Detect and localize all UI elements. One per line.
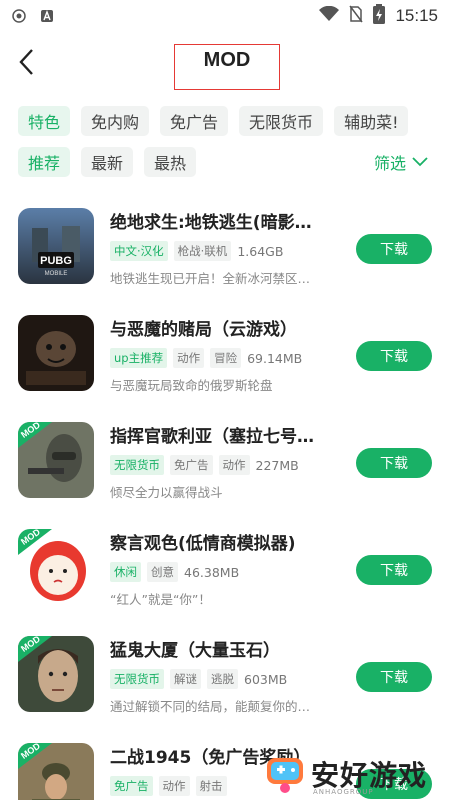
tag: 动作 [158,776,190,796]
tag: 免广告 [170,455,213,475]
file-size: 69.14MB [247,350,303,366]
shield-icon [12,9,26,23]
app-a-icon [40,9,54,23]
watermark-subtext: ANHAOGROUP [313,788,374,796]
page-title: MOD [203,49,251,71]
sort-hottest[interactable]: 最热 [144,147,197,177]
svg-text:MOBILE: MOBILE [45,271,68,277]
download-button[interactable]: 下载 [356,555,432,585]
game-description: 通过解锁不同的结局，能颠复你的… [110,699,311,714]
chip-unlimited-currency[interactable]: 无限货币 [239,106,324,136]
site-watermark: 安好游戏 ANHAOGROUP [265,748,450,800]
game-title: 指挥官歌利亚（塞拉七号… [110,427,314,447]
gamepad-logo-icon [267,758,303,793]
game-title: 绝地求生:地铁逃生(暗影… [110,213,312,233]
clock: 15:15 [395,6,438,25]
tag: up主推荐 [110,348,168,368]
pubg-icon: PUBG MOBILE [18,208,94,284]
tag-row: up主推荐 动作 冒险 69.14MB [110,348,302,368]
devil-gamble-icon [18,315,94,391]
no-sim-icon [349,5,364,27]
download-button[interactable]: 下载 [356,341,432,371]
filter-label: 筛选 [373,154,406,173]
game-description: 地铁逃生现已开启！全新冰河禁区… [110,271,311,286]
list-item[interactable]: PUBG MOBILE 绝地求生:地铁逃生(暗影… 中文·汉化 枪战·联机 1.… [0,204,450,304]
list-item[interactable]: MOD 指挥官歌利亚（塞拉七号… 无限货币 免广告 动作 227MB 倾尽全力以… [0,418,450,518]
download-button[interactable]: 下载 [356,234,432,264]
list-item[interactable]: MOD 猛鬼大厦（大量玉石） 无限货币 解谜 逃脱 603MB 通过解锁不同的结… [0,632,450,732]
game-description: “红人”就是“你”！ [110,592,211,607]
battery-charging-icon [373,4,386,28]
ww2-icon: MOD [18,743,94,800]
tag: 冒险 [210,348,242,368]
game-title: 与恶魔的赌局（云游戏） [110,320,297,340]
chip-featured[interactable]: 特色 [18,106,71,136]
tag: 动作 [173,348,205,368]
tag: 休闲 [110,562,141,582]
tag: 动作 [218,455,250,475]
file-size: 1.64GB [237,243,284,259]
file-size: 603MB [244,671,288,687]
list-item[interactable]: MOD 察言观色(低情商模拟器) 休闲 创意 46.38MB “红人”就是“你”… [0,525,450,625]
game-title: 猛鬼大厦（大量玉石） [110,641,280,661]
tag-row: 免广告 动作 射击 [110,776,227,796]
tag-row: 休闲 创意 46.38MB [110,562,239,582]
tag: 无限货币 [110,455,164,475]
chip-no-iap[interactable]: 免内购 [81,106,150,136]
svg-text:PUBG: PUBG [40,255,72,267]
chevron-down-icon [412,157,428,167]
tag: 射击 [195,776,227,796]
doll-face-icon: MOD [18,529,94,605]
status-bar: 15:15 [0,0,450,32]
ghost-mansion-icon: MOD [18,636,94,712]
commander-icon: MOD [18,422,94,498]
tag-row: 无限货币 解谜 逃脱 603MB [110,669,287,689]
tag: 无限货币 [110,669,164,689]
chevron-left-icon [19,49,33,75]
file-size: 46.38MB [184,564,240,580]
tag: 枪战·联机 [173,241,232,261]
download-button[interactable]: 下载 [356,448,432,478]
sort-chip-row: 推荐 最新 最热 [18,147,197,177]
sort-recommended[interactable]: 推荐 [18,147,71,177]
game-description: 与恶魔玩局致命的俄罗斯轮盘 [110,378,273,393]
game-title: 察言观色(低情商模拟器) [110,534,296,554]
sort-newest[interactable]: 最新 [81,147,134,177]
tag: 创意 [147,562,178,582]
tag-row: 中文·汉化 枪战·联机 1.64GB [110,241,283,261]
download-button[interactable]: 下载 [356,662,432,692]
wifi-icon [319,5,340,26]
chip-no-ads[interactable]: 免广告 [160,106,229,136]
back-button[interactable] [10,46,42,78]
tag: 免广告 [110,776,153,796]
list-item[interactable]: 与恶魔的赌局（云游戏） up主推荐 动作 冒险 69.14MB 与恶魔玩局致命的… [0,311,450,411]
file-size: 227MB [255,457,299,473]
tag: 解谜 [170,669,201,689]
filter-button[interactable]: 筛选 [374,147,428,177]
category-chip-row: 特色 免内购 免广告 无限货币 辅助菜! [18,106,409,136]
chip-assist-menu[interactable]: 辅助菜! [334,106,409,136]
game-description: 倾尽全力以赢得战斗 [110,485,223,500]
tag: 中文·汉化 [110,241,168,261]
title-highlight-box: MOD [174,44,280,90]
tag: 逃脱 [207,669,238,689]
header: MOD [0,36,450,92]
tag-row: 无限货币 免广告 动作 227MB [110,455,299,475]
